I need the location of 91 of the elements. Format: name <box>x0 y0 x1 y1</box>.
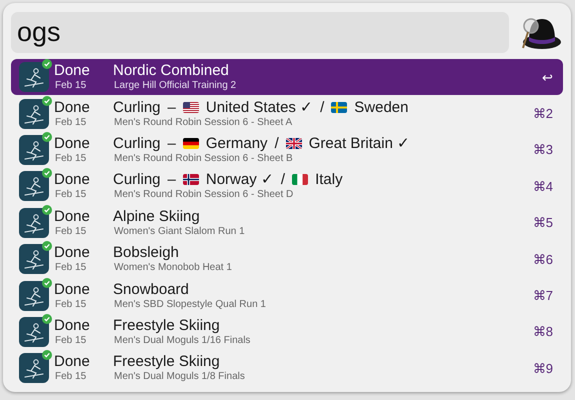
athlete-icon <box>19 280 49 311</box>
result-row[interactable]: Done Feb 15 Nordic Combined Large Hill Official Training 2 ↩ <box>11 59 563 96</box>
result-row[interactable]: Done Feb 15 Curling – Germany / Great Britain ✓ Men's Round Robin Session 6 - Sheet B ⌘3 <box>11 132 563 168</box>
subtitle-text: Large Hill Official Training 2 <box>114 81 236 92</box>
flag-icon <box>331 102 348 113</box>
subtitle-text: Men's Round Robin Session 6 - Sheet D <box>114 190 294 200</box>
check-badge-icon <box>42 168 52 178</box>
result-row[interactable]: Done Feb 15 Alpine Skiing Women's Giant Slalom Run 1 ⌘5 <box>11 204 563 241</box>
status-text: Done <box>54 63 91 78</box>
title-text: Nordic Combined <box>113 63 229 78</box>
status-text: Done <box>54 282 91 297</box>
athlete-icon <box>19 134 49 165</box>
date-text: Feb 15 <box>55 81 88 92</box>
athlete-icon <box>19 98 49 129</box>
result-row[interactable]: Done Feb 15 Snowboard Men's SBD Slopestyle Qual Run 1 ⌘7 <box>11 277 563 314</box>
title-text: Curling <box>113 172 161 188</box>
athlete-icon <box>19 353 49 384</box>
result-row[interactable]: Done Feb 15 Freestyle Skiing Men's Dual Moguls 1/16 Finals ⌘8 <box>11 314 563 350</box>
flag-icon <box>292 174 308 186</box>
flag-icon <box>182 174 199 186</box>
athlete-icon <box>19 62 49 92</box>
date-text: Feb 15 <box>55 118 88 128</box>
title-text: Great Britain ✓ <box>308 136 410 151</box>
title-text: – <box>168 136 176 151</box>
date-text: Feb 15 <box>55 300 88 310</box>
subtitle-text: Women's Giant Slalom Run 1 <box>114 226 245 237</box>
status-text: Done <box>54 245 91 260</box>
flag-icon <box>182 138 199 149</box>
athlete-icon <box>19 244 49 274</box>
check-badge-icon <box>42 59 52 70</box>
subtitle-text: Men's Dual Moguls 1/16 Finals <box>114 336 250 346</box>
check-badge-icon <box>42 96 52 106</box>
result-row[interactable]: Done Feb 15 Bobsleigh Women's Monobob Heat 1 ⌘6 <box>11 240 563 278</box>
date-text: Feb 15 <box>55 190 88 200</box>
status-text: Done <box>54 208 91 224</box>
title-text: Alpine Skiing <box>113 208 200 224</box>
result-row[interactable]: Done Feb 15 Curling – United States ✓ / Sweden Men's Round Robin Session 6 - Sheet A ⌘2 <box>11 95 563 132</box>
shortcut-text: ⌘2 <box>532 106 553 122</box>
flag-icon <box>182 102 199 113</box>
shortcut-text: ⌘6 <box>532 252 553 267</box>
date-text: Feb 15 <box>55 154 88 164</box>
title-text: – <box>168 100 176 115</box>
title-text: Freestyle Skiing <box>113 318 220 333</box>
shortcut-text: ⌘5 <box>532 215 553 230</box>
shortcut-text: ⌘3 <box>532 142 553 158</box>
date-text: Feb 15 <box>55 263 88 274</box>
title-text: Italy <box>315 172 343 188</box>
status-text: Done <box>54 318 91 333</box>
result-row[interactable]: Done Feb 15 Curling – Norway ✓ / Italy Men's Round Robin Session 6 - Sheet D ⌘4 <box>11 168 563 205</box>
title-text: Sweden <box>354 100 408 115</box>
status-text: Done <box>54 354 91 370</box>
title-text: Freestyle Skiing <box>113 354 220 370</box>
title-text: United States ✓ <box>206 100 314 115</box>
title-text: Curling <box>113 136 161 151</box>
title-text: Curling <box>113 100 161 115</box>
title-text: Germany <box>206 136 268 151</box>
subtitle-text: Men's Round Robin Session 6 - Sheet B <box>114 154 294 164</box>
search-field[interactable]: ogs <box>11 12 509 53</box>
subtitle-text: Women's Monobob Heat 1 <box>114 263 232 274</box>
athlete-icon <box>19 208 49 238</box>
subtitle-text: Men's Round Robin Session 6 - Sheet A <box>114 118 294 128</box>
shortcut-text: ⌘9 <box>532 360 553 376</box>
subtitle-text: Men's Dual Moguls 1/8 Finals <box>114 372 245 382</box>
check-badge-icon <box>42 278 52 288</box>
shortcut-text: ⌘8 <box>532 324 553 340</box>
title-text: / <box>280 172 286 188</box>
title-text: Bobsleigh <box>113 245 179 260</box>
status-text: Done <box>54 172 91 188</box>
status-text: Done <box>54 100 91 115</box>
result-row[interactable]: Done Feb 15 Freestyle Skiing Men's Dual Moguls 1/8 Finals ⌘9 <box>11 350 563 387</box>
title-text: Snowboard <box>113 282 189 297</box>
subtitle-text: Men's SBD Slopestyle Qual Run 1 <box>114 300 266 310</box>
title-text: / <box>320 100 324 115</box>
status-text: Done <box>54 136 91 151</box>
shortcut-text: ⌘7 <box>532 288 553 304</box>
date-text: Feb 15 <box>55 372 88 382</box>
shortcut-text: ⌘4 <box>532 178 553 194</box>
date-text: Feb 15 <box>55 336 88 346</box>
check-badge-icon <box>42 204 52 215</box>
athlete-icon <box>19 316 49 347</box>
check-badge-icon <box>42 241 52 252</box>
title-text: Norway ✓ <box>206 172 274 188</box>
check-badge-icon <box>42 350 52 360</box>
athlete-icon <box>19 171 49 202</box>
check-badge-icon <box>42 314 52 324</box>
title-text: – <box>168 172 176 188</box>
flag-icon <box>286 138 302 149</box>
date-text: Feb 15 <box>55 226 88 237</box>
title-text: / <box>274 136 279 151</box>
shortcut-text: ↩ <box>542 70 553 85</box>
check-badge-icon <box>42 132 52 142</box>
